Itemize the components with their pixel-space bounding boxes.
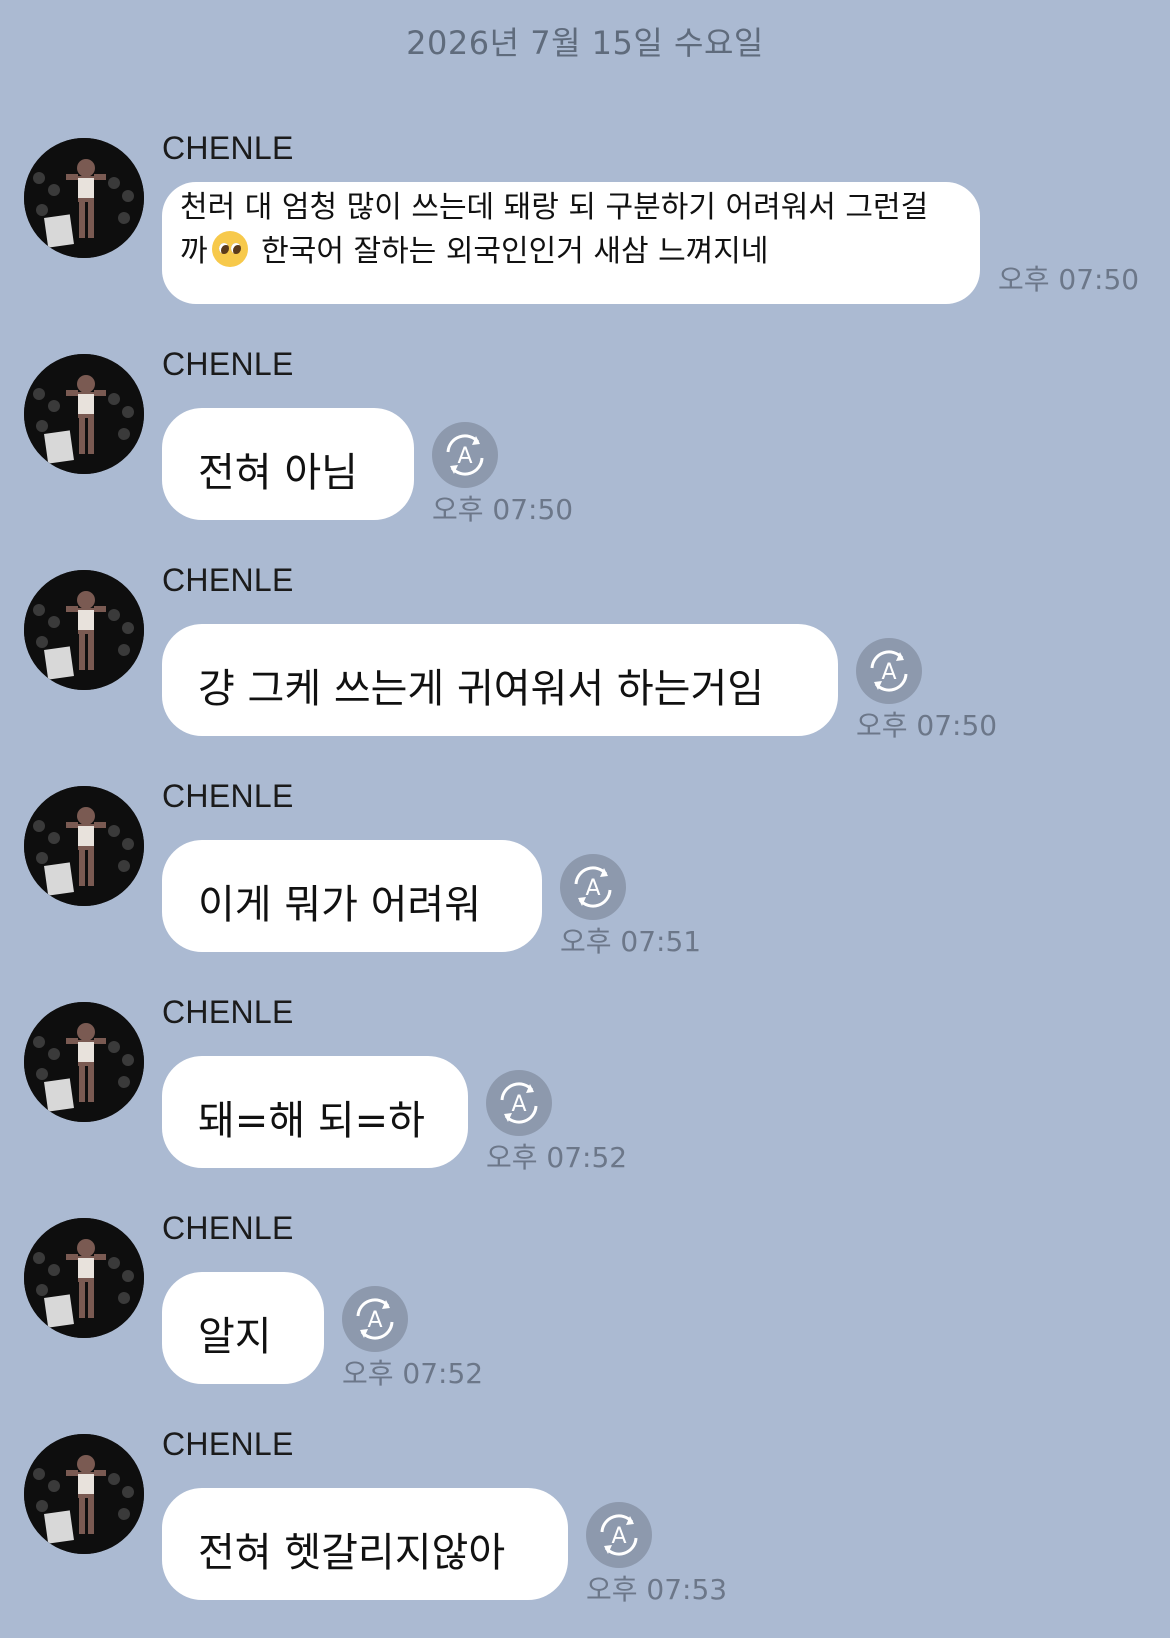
translate-icon: A (446, 434, 484, 476)
timestamp: 오후 07:50 (856, 709, 998, 742)
translate-icon: A (574, 866, 612, 908)
avatar[interactable] (24, 570, 144, 690)
timestamp: 오후 07:52 (486, 1141, 628, 1174)
message-bubble[interactable]: 전혀 헷갈리지않아 (162, 1488, 568, 1600)
svg-text:A: A (585, 876, 600, 901)
sender-name: CHENLE (162, 778, 294, 814)
message-text: 걍 그케 쓰는게 귀여워서 하는거임 (198, 666, 765, 712)
message-bubble[interactable]: 전혀 아님 (162, 408, 414, 520)
avatar[interactable] (24, 354, 144, 474)
sender-name: CHENLE (162, 994, 294, 1030)
svg-text:A: A (457, 444, 472, 469)
avatar[interactable] (24, 138, 144, 258)
message-text: 이게 뭐가 어려워 (198, 882, 482, 928)
avatar[interactable] (24, 1218, 144, 1338)
message-text: 전혀 아님 (198, 450, 358, 496)
translate-icon: A (870, 650, 908, 692)
message-bubble[interactable]: 이게 뭐가 어려워 (162, 840, 542, 952)
svg-text:A: A (611, 1524, 626, 1549)
translate-button[interactable]: A (856, 638, 922, 704)
svg-text:A: A (367, 1308, 382, 1333)
message-text: 전혀 헷갈리지않아 (198, 1530, 506, 1576)
timestamp: 오후 07:51 (560, 925, 702, 958)
date-header: 2026년 7월 15일 수요일 (406, 24, 764, 62)
translate-button[interactable]: A (486, 1070, 552, 1136)
translate-icon: A (500, 1082, 538, 1124)
svg-text:A: A (881, 660, 896, 685)
message-text: 한국어 잘하는 외국인인거 새삼 느껴지네 (251, 234, 769, 269)
sender-name: CHENLE (162, 346, 294, 382)
svg-text:A: A (511, 1092, 526, 1117)
translate-icon: A (600, 1514, 638, 1556)
translate-button[interactable]: A (586, 1502, 652, 1568)
avatar[interactable] (24, 1434, 144, 1554)
message-bubble[interactable]: 걍 그케 쓰는게 귀여워서 하는거임 (162, 624, 838, 736)
message-bubble[interactable]: 돼=해 되=하 (162, 1056, 468, 1168)
pleading-face-icon (211, 231, 248, 267)
sender-name: CHENLE (162, 562, 294, 598)
translate-icon: A (356, 1298, 394, 1340)
translate-button[interactable]: A (432, 422, 498, 488)
message-text: 돼=해 되=하 (198, 1098, 425, 1144)
timestamp: 오후 07:50 (998, 263, 1140, 296)
sender-name: CHENLE (162, 1426, 294, 1462)
avatar[interactable] (24, 1002, 144, 1122)
message-text: 알지 (198, 1314, 272, 1360)
translate-button[interactable]: A (560, 854, 626, 920)
avatar[interactable] (24, 786, 144, 906)
sender-name: CHENLE (162, 1210, 294, 1246)
timestamp: 오후 07:50 (432, 493, 574, 526)
message-text: 까 (180, 234, 208, 269)
sender-name: CHENLE (162, 130, 294, 166)
timestamp: 오후 07:52 (342, 1357, 484, 1390)
message-bubble[interactable]: 천러 대 엄청 많이 쓰는데 돼랑 되 구분하기 어려워서 그런걸 까 한국어 … (162, 182, 980, 304)
message-text: 천러 대 엄청 많이 쓰는데 돼랑 되 구분하기 어려워서 그런걸 (180, 190, 929, 225)
timestamp: 오후 07:53 (586, 1573, 728, 1606)
message-bubble[interactable]: 알지 (162, 1272, 324, 1384)
translate-button[interactable]: A (342, 1286, 408, 1352)
